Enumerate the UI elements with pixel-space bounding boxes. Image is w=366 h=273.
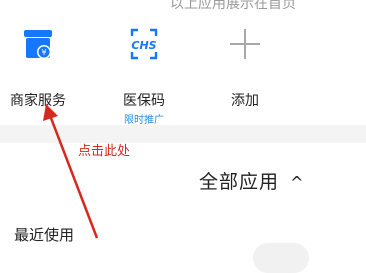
svg-text:CHS: CHS xyxy=(131,39,156,52)
all-apps-toggle[interactable]: 全部应用 ^ xyxy=(199,167,304,194)
recent-app-placeholder[interactable] xyxy=(253,243,309,273)
app-merchant-services[interactable]: ¥ 商家服务 xyxy=(0,22,78,110)
chs-medical-insurance-icon: CHS xyxy=(124,22,164,82)
app-add[interactable]: 添加 xyxy=(205,22,285,110)
chevron-up-icon: ^ xyxy=(290,173,305,192)
app-merchant-services-label: 商家服务 xyxy=(10,93,66,109)
recently-used-heading: 最近使用 xyxy=(14,226,75,244)
limited-promo-tag: 限时推广 xyxy=(124,115,164,126)
plus-icon xyxy=(225,22,265,82)
app-medical-insurance-code[interactable]: CHS 医保码 限时推广 xyxy=(104,22,184,126)
home-display-hint: 以上应用展示在首页 xyxy=(170,0,296,12)
all-apps-title: 全部应用 xyxy=(199,171,280,193)
app-grid: ¥ 商家服务 CHS 医保码 限时推广 添加 xyxy=(0,22,366,126)
click-here-annotation: 点击此处 xyxy=(78,144,131,159)
app-add-label: 添加 xyxy=(231,93,259,109)
app-medical-insurance-label: 医保码 xyxy=(123,93,165,109)
svg-text:¥: ¥ xyxy=(41,48,46,57)
merchant-shop-icon: ¥ xyxy=(18,22,58,82)
section-divider xyxy=(0,125,366,143)
